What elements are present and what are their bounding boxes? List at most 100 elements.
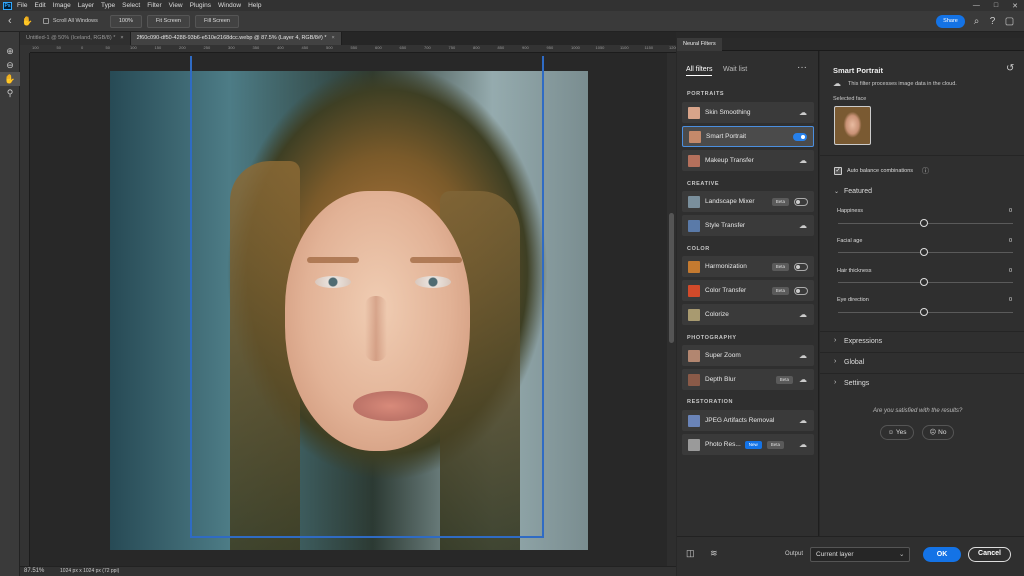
reset-icon[interactable]: ↺ xyxy=(1006,63,1014,74)
happiness-slider-knob[interactable] xyxy=(920,219,928,227)
cloud-download-icon[interactable]: ☁ xyxy=(798,416,808,425)
chevron-right-icon[interactable]: › xyxy=(834,358,836,365)
cancel-button[interactable]: Cancel xyxy=(968,547,1011,562)
filter-makeup-transfer[interactable]: Makeup Transfer ☁ xyxy=(682,150,814,171)
filter-depth-blur[interactable]: Depth Blur Beta ☁ xyxy=(682,369,814,390)
tab-wait-list[interactable]: Wait list xyxy=(723,66,747,73)
menu-plugins[interactable]: Plugins xyxy=(190,2,211,9)
menu-filter[interactable]: Filter xyxy=(147,2,161,9)
cloud-download-icon[interactable]: ☁ xyxy=(798,351,808,360)
chevron-left-icon[interactable]: ‹ xyxy=(8,15,12,27)
cloud-download-icon[interactable]: ☁ xyxy=(798,375,808,384)
menu-window[interactable]: Window xyxy=(218,2,241,9)
eye-direction-slider-knob[interactable] xyxy=(920,308,928,316)
chevron-right-icon[interactable]: › xyxy=(834,337,836,344)
fit-screen-button[interactable]: Fit Screen xyxy=(146,14,190,28)
filter-super-zoom[interactable]: Super Zoom ☁ xyxy=(682,345,814,366)
slider-value-facial-age[interactable]: 0 xyxy=(1009,238,1012,244)
tab-untitled-1[interactable]: Untitled-1 @ 50% (Iceland, RGB/8) * × xyxy=(20,32,131,45)
filter-smart-portrait[interactable]: Smart Portrait xyxy=(682,126,814,147)
zoom-100-button[interactable]: 100% xyxy=(109,14,142,28)
hand-icon[interactable]: ✋ xyxy=(0,72,20,86)
neural-filters-header: Neural Filters xyxy=(677,38,1024,51)
auto-balance-checkbox[interactable]: ✓ xyxy=(834,167,842,175)
cloud-download-icon[interactable]: ☁ xyxy=(798,440,808,449)
filter-toggle[interactable] xyxy=(794,286,808,295)
magnifier-icon[interactable]: ⚲ xyxy=(0,86,20,100)
ruler-label: 400 xyxy=(277,45,284,50)
scroll-thumb[interactable] xyxy=(669,213,674,343)
filter-jpeg-artifacts-removal[interactable]: JPEG Artifacts Removal ☁ xyxy=(682,410,814,431)
workspace-icon[interactable]: ▢ xyxy=(1003,15,1016,28)
menu-image[interactable]: Image xyxy=(53,2,71,9)
slider-value-eye-direction[interactable]: 0 xyxy=(1009,297,1012,303)
preview-toggle-icon[interactable]: ◫ xyxy=(686,548,695,559)
cloud-download-icon[interactable]: ☁ xyxy=(798,310,808,319)
cloud-download-icon[interactable]: ☁ xyxy=(798,156,808,165)
slider-value-happiness[interactable]: 0 xyxy=(1009,208,1012,214)
maximize-icon[interactable]: □ xyxy=(994,2,998,9)
search-icon[interactable]: ⌕ xyxy=(970,15,983,28)
feedback-no-button[interactable]: ☹ No xyxy=(922,425,954,440)
document-info[interactable]: 1024 px x 1024 px (72 ppi) xyxy=(60,568,119,574)
menu-help[interactable]: Help xyxy=(248,2,261,9)
layers-icon[interactable]: ≋ xyxy=(710,548,718,559)
menu-select[interactable]: Select xyxy=(122,2,140,9)
filter-photo-restoration[interactable]: Photo Res... New Beta ☁ xyxy=(682,434,814,455)
slider-value-hair-thickness[interactable]: 0 xyxy=(1009,268,1012,274)
more-options-icon[interactable]: ··· xyxy=(797,62,807,73)
facial-age-slider-knob[interactable] xyxy=(920,248,928,256)
filter-name: Depth Blur xyxy=(705,376,736,383)
fill-screen-button[interactable]: Fill Screen xyxy=(194,14,239,28)
tab-webp-document[interactable]: 2f60c090-df50-4288-93b6-e510e2168dcc.web… xyxy=(130,32,342,45)
share-button[interactable]: Share xyxy=(936,15,965,28)
settings-section[interactable]: Settings xyxy=(844,380,869,387)
scroll-all-windows-checkbox[interactable]: Scroll All Windows xyxy=(42,18,98,24)
zoom-in-icon[interactable]: ⊕ xyxy=(0,44,20,58)
menu-type[interactable]: Type xyxy=(101,2,115,9)
filter-name: Landscape Mixer xyxy=(705,198,755,205)
menu-edit[interactable]: Edit xyxy=(34,2,45,9)
chevron-right-icon[interactable]: › xyxy=(834,379,836,386)
filter-colorize[interactable]: Colorize ☁ xyxy=(682,304,814,325)
cloud-download-icon[interactable]: ☁ xyxy=(798,221,808,230)
panel-title[interactable]: Neural Filters xyxy=(677,38,722,51)
filter-thumbnail xyxy=(688,414,700,427)
document-canvas[interactable] xyxy=(30,53,667,566)
featured-section-title[interactable]: Featured xyxy=(844,188,872,195)
filter-landscape-mixer[interactable]: Landscape Mixer Beta xyxy=(682,191,814,212)
close-window-icon[interactable]: ✕ xyxy=(1012,2,1018,10)
help-icon[interactable]: ? xyxy=(986,15,999,28)
zoom-level[interactable]: 87.51% xyxy=(24,568,44,574)
filter-toggle[interactable] xyxy=(793,132,807,141)
ok-button[interactable]: OK xyxy=(923,547,961,562)
global-section[interactable]: Global xyxy=(844,359,864,366)
menu-layer[interactable]: Layer xyxy=(78,2,94,9)
minimize-icon[interactable]: — xyxy=(973,2,980,9)
hair-thickness-slider-knob[interactable] xyxy=(920,278,928,286)
filter-color-transfer[interactable]: Color Transfer Beta xyxy=(682,280,814,301)
info-icon[interactable]: ⓘ xyxy=(922,166,929,176)
filter-toggle[interactable] xyxy=(794,197,808,206)
close-tab-icon[interactable]: × xyxy=(332,35,335,41)
zoom-out-icon[interactable]: ⊖ xyxy=(0,58,20,72)
hand-tool-icon[interactable]: ✋ xyxy=(22,16,33,27)
menu-file[interactable]: File xyxy=(17,2,27,9)
selected-face-thumbnail[interactable] xyxy=(834,106,871,145)
filter-thumbnail xyxy=(688,219,700,232)
expressions-section[interactable]: Expressions xyxy=(844,338,882,345)
filter-toggle[interactable] xyxy=(794,262,808,271)
output-select[interactable]: Current layer ⌄ xyxy=(810,547,910,562)
feedback-yes-button[interactable]: ☺ Yes xyxy=(880,425,914,440)
menu-view[interactable]: View xyxy=(169,2,183,9)
filter-name: Style Transfer xyxy=(705,222,746,229)
close-tab-icon[interactable]: × xyxy=(120,35,123,41)
filter-harmonization[interactable]: Harmonization Beta xyxy=(682,256,814,277)
chevron-down-icon[interactable]: ⌄ xyxy=(834,188,839,195)
filter-style-transfer[interactable]: Style Transfer ☁ xyxy=(682,215,814,236)
cloud-download-icon[interactable]: ☁ xyxy=(798,108,808,117)
tab-all-filters[interactable]: All filters xyxy=(686,66,713,76)
filter-skin-smoothing[interactable]: Skin Smoothing ☁ xyxy=(682,102,814,123)
vertical-scrollbar[interactable] xyxy=(667,53,676,566)
ruler-label: 350 xyxy=(252,45,260,50)
